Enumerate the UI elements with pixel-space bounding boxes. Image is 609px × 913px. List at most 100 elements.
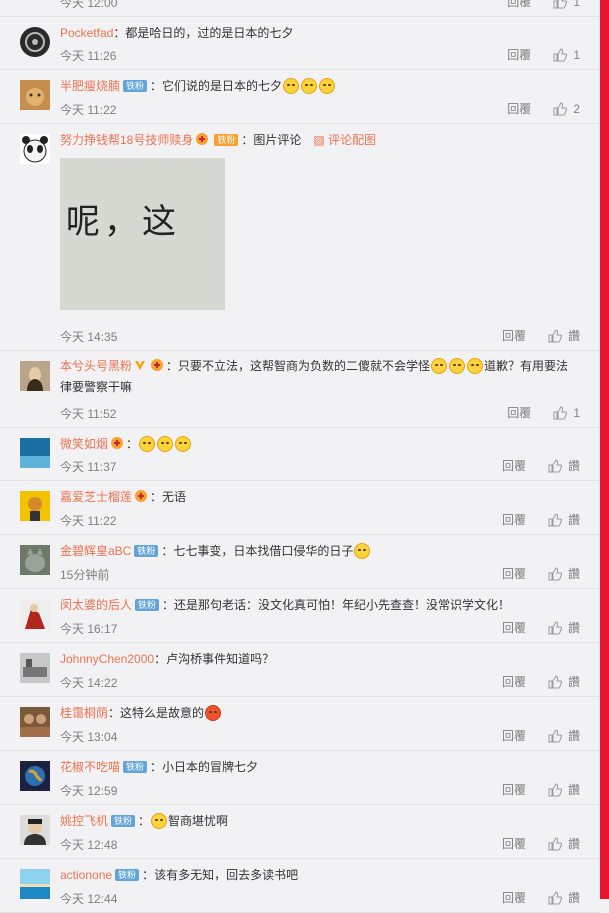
like-count: 2 (573, 101, 580, 116)
thumbs-up-icon (548, 328, 562, 342)
avatar[interactable] (20, 653, 50, 683)
comment-image-text: 呢，这 (66, 202, 180, 242)
comment-row: 桂霭桐荫：这特么是故意的 今天 13:04 回覆 讚 (0, 697, 600, 751)
comment-row: 姚控飞机 铁粉： 智商堪忧啊 今天 12:48 回覆 讚 (0, 805, 600, 859)
username[interactable]: 花椒不吃喵 (60, 760, 120, 774)
comment-row: 金碧辉皇aBC 铁粉 ：七七事变，日本找借口侵华的日子 15分钟前 回覆 讚 (0, 535, 600, 589)
comment-image[interactable]: 呢，这 (60, 158, 225, 310)
like-button[interactable]: 讚 (548, 727, 580, 744)
avatar[interactable] (20, 438, 50, 468)
like-button[interactable]: 1 (553, 48, 580, 62)
reply-button[interactable]: 回覆 (502, 835, 526, 852)
comment-text: ： (126, 437, 139, 451)
comment-time: 今天 14:35 (60, 330, 118, 344)
reply-button[interactable]: 回覆 (502, 673, 526, 690)
like-count: 讚 (567, 621, 580, 635)
reply-button[interactable]: 回覆 (502, 565, 526, 582)
avatar[interactable] (20, 761, 50, 791)
comment-time: 今天 12:48 (60, 838, 118, 852)
emoji-icon (283, 78, 300, 94)
reply-button[interactable]: 回覆 (502, 889, 526, 906)
like-button[interactable]: 2 (553, 102, 580, 116)
reply-button[interactable]: 回覆 (502, 619, 526, 636)
reply-button[interactable]: 回覆 (507, 0, 531, 10)
reply-button[interactable]: 回覆 (502, 457, 526, 474)
comment-text: ：卢沟桥事件知道吗？ (154, 652, 275, 666)
reply-button[interactable]: 回覆 (507, 404, 531, 421)
reply-button[interactable]: 回覆 (502, 781, 526, 798)
username[interactable]: 闵太婆的后人 (60, 598, 132, 612)
avatar[interactable] (20, 361, 50, 391)
medal-icon (195, 132, 209, 146)
comment-time: 今天 11:52 (60, 407, 117, 421)
comment-text: ：无语 (150, 490, 187, 504)
view-comment-image-link[interactable]: ▨ 评论配图 (313, 133, 376, 147)
like-button[interactable]: 1 (553, 0, 580, 9)
fan-badge: 铁粉 (123, 80, 148, 92)
comment-row: 嘉爱芝士榴莲 ：无语 今天 11:22 回覆 讚 (0, 481, 600, 535)
username[interactable]: Pocketfad (60, 26, 113, 40)
like-button[interactable]: 讚 (548, 673, 580, 690)
thumbs-up-icon (553, 101, 568, 115)
avatar[interactable] (20, 707, 50, 737)
username[interactable]: actionone (60, 868, 112, 882)
username[interactable]: 桂霭桐荫 (60, 706, 108, 720)
emoji-icon (467, 358, 484, 374)
like-button[interactable]: 1 (553, 406, 580, 420)
like-count: 讚 (567, 513, 580, 527)
angry-emoji-icon (205, 705, 222, 721)
comment-row: JohnnyChen2000：卢沟桥事件知道吗？ 今天 14:22 回覆 讚 (0, 643, 600, 697)
like-button[interactable]: 讚 (548, 781, 580, 798)
reply-button[interactable]: 回覆 (502, 727, 526, 744)
like-button[interactable]: 讚 (548, 511, 580, 528)
username[interactable]: 半肥瘦烧腩 (60, 79, 120, 93)
username[interactable]: 金碧辉皇aBC (60, 544, 131, 558)
username[interactable]: 姚控飞机 (60, 814, 108, 828)
avatar[interactable] (20, 27, 50, 57)
avatar[interactable] (20, 545, 50, 575)
like-count: 讚 (567, 783, 580, 797)
like-count: 讚 (567, 329, 580, 343)
like-button[interactable]: 讚 (548, 835, 580, 852)
thumbs-up-icon (548, 620, 562, 634)
comment-row-top: 今天 12:00 回覆 1 (0, 0, 600, 17)
medal-icon (134, 489, 148, 503)
thumbs-up-icon (553, 405, 568, 419)
comment-text: ：七七事变，日本找借口侵华的日子 (161, 544, 354, 558)
avatar[interactable] (20, 815, 50, 845)
like-count: 1 (573, 0, 580, 9)
comment-row: Pocketfad：都是哈日的，过的是日本的七夕 今天 11:26 回覆 1 (0, 17, 600, 70)
username[interactable]: 微笑如烟 (60, 437, 108, 451)
like-button[interactable]: 讚 (548, 327, 580, 344)
thumbs-up-icon (548, 782, 562, 796)
comment-text: ：图片评论 (241, 133, 302, 147)
fan-badge: 铁粉 (135, 599, 160, 611)
like-button[interactable]: 讚 (548, 619, 580, 636)
thumbs-up-icon (548, 728, 562, 742)
avatar[interactable] (20, 869, 50, 899)
avatar[interactable] (20, 599, 50, 629)
thumbs-up-icon (548, 512, 562, 526)
emoji-icon (354, 543, 371, 559)
avatar[interactable] (20, 134, 50, 164)
username[interactable]: JohnnyChen2000 (60, 652, 154, 666)
reply-button[interactable]: 回覆 (502, 511, 526, 528)
fan-badge: 铁粉 (123, 761, 148, 773)
like-button[interactable]: 讚 (548, 565, 580, 582)
avatar[interactable] (20, 491, 50, 521)
reply-button[interactable]: 回覆 (507, 100, 531, 117)
reply-button[interactable]: 回覆 (507, 46, 531, 63)
comment-text: ：小日本的冒牌七夕 (150, 760, 259, 774)
reply-button[interactable]: 回覆 (502, 327, 526, 344)
thumbs-up-icon (548, 566, 562, 580)
username[interactable]: 本兮头号黑粉 (60, 359, 132, 373)
username[interactable]: 努力挣钱帮18号技师赎身 (60, 133, 193, 147)
like-button[interactable]: 讚 (548, 889, 580, 906)
comment-time: 今天 11:22 (60, 103, 117, 117)
comment-text: ：还是那句老话：没文化真可怕！年纪小先查查！没常识学文化！ (162, 598, 511, 612)
like-button[interactable]: 讚 (548, 457, 580, 474)
username[interactable]: 嘉爱芝士榴莲 (60, 490, 132, 504)
fan-badge: 铁粉 (111, 815, 136, 827)
avatar[interactable] (20, 80, 50, 110)
emoji-icon (139, 436, 156, 452)
